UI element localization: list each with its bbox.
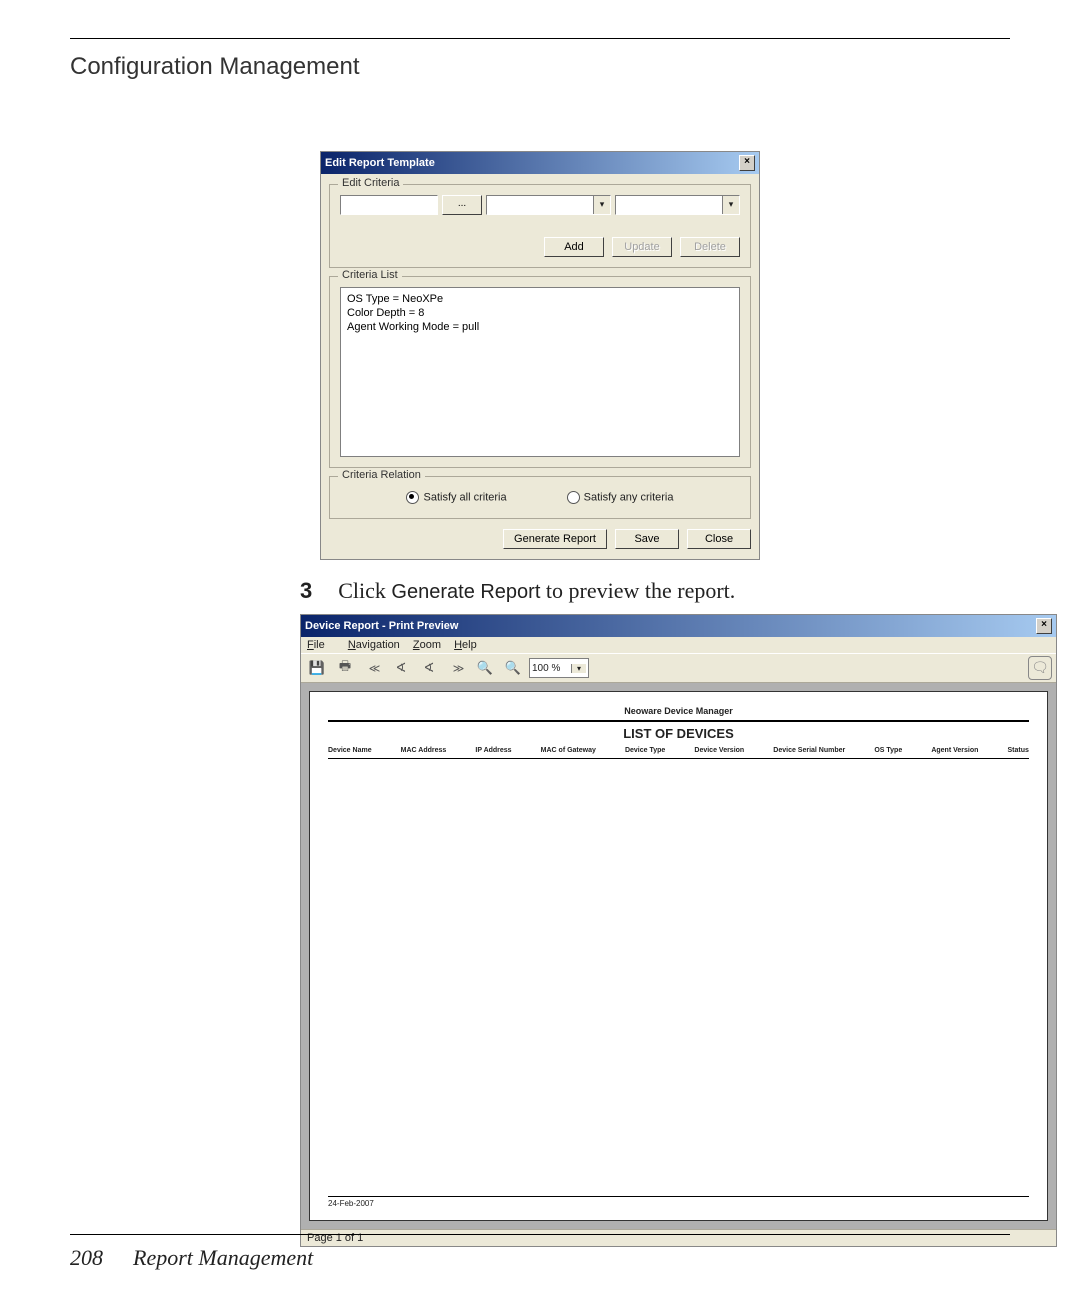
radio-icon	[406, 491, 419, 504]
criteria-list-legend: Criteria List	[338, 269, 402, 281]
report-title: LIST OF DEVICES	[328, 726, 1029, 741]
save-icon[interactable]: 💾	[305, 656, 329, 680]
dialog-titlebar: Device Report - Print Preview ×	[301, 615, 1056, 637]
criteria-list[interactable]: OS Type = NeoXPe Color Depth = 8 Agent W…	[340, 287, 740, 457]
prev-page-icon[interactable]: ∢	[389, 656, 413, 680]
chevron-down-icon[interactable]: ▾	[593, 196, 610, 214]
dialog-title: Device Report - Print Preview	[305, 620, 458, 632]
dialog-titlebar: Edit Report Template ×	[321, 152, 759, 174]
page-footer: 208 Report Management	[70, 1245, 1010, 1271]
section-name: Report Management	[133, 1245, 313, 1271]
edit-criteria-legend: Edit Criteria	[338, 177, 403, 189]
criteria-value-combo[interactable]: ▾	[615, 195, 740, 215]
radio-icon	[567, 491, 580, 504]
toolbar: 💾 🖶 ≪ ∢ ∢ ≫ 🔍 🔍 100 % ▾ 🗨	[301, 653, 1056, 683]
update-button[interactable]: Update	[612, 237, 672, 257]
close-icon[interactable]: ×	[739, 155, 755, 171]
report-date: 24-Feb-2007	[328, 1199, 374, 1208]
report-viewport[interactable]: Neoware Device Manager LIST OF DEVICES D…	[301, 683, 1056, 1229]
zoom-out-icon[interactable]: 🔍	[501, 656, 525, 680]
list-item[interactable]: Color Depth = 8	[347, 306, 733, 320]
criteria-operator-combo[interactable]: ▾	[486, 195, 611, 215]
instruction-step: 3 Click Generate Report to preview the r…	[300, 578, 1010, 604]
list-item[interactable]: Agent Working Mode = pull	[347, 320, 733, 334]
print-preview-dialog: Device Report - Print Preview × File Nav…	[300, 614, 1057, 1247]
generate-report-button[interactable]: Generate Report	[503, 529, 607, 549]
last-page-icon[interactable]: ≫	[445, 656, 469, 680]
step-number: 3	[300, 578, 312, 604]
page-header: Configuration Management	[70, 53, 1010, 81]
next-page-icon[interactable]: ∢	[417, 656, 441, 680]
satisfy-all-radio[interactable]: Satisfy all criteria	[406, 491, 506, 504]
print-icon[interactable]: 🖶	[333, 656, 357, 680]
menu-help[interactable]: Help	[454, 639, 477, 651]
zoom-in-icon[interactable]: 🔍	[473, 656, 497, 680]
balloon-help-icon[interactable]: 🗨	[1028, 656, 1052, 680]
close-button[interactable]: Close	[687, 529, 751, 549]
zoom-combo[interactable]: 100 % ▾	[529, 658, 589, 678]
criteria-list-group: Criteria List OS Type = NeoXPe Color Dep…	[329, 276, 751, 468]
menubar: File Navigation Zoom Help	[301, 637, 1056, 653]
menu-file[interactable]: File	[307, 639, 335, 651]
list-item[interactable]: OS Type = NeoXPe	[347, 292, 733, 306]
first-page-icon[interactable]: ≪	[361, 656, 385, 680]
browse-button[interactable]: ...	[442, 195, 482, 215]
page-number: 208	[70, 1245, 103, 1271]
report-page: Neoware Device Manager LIST OF DEVICES D…	[309, 691, 1048, 1221]
chevron-down-icon[interactable]: ▾	[571, 664, 586, 673]
menu-zoom[interactable]: Zoom	[413, 639, 441, 651]
chevron-down-icon[interactable]: ▾	[722, 196, 739, 214]
delete-button[interactable]: Delete	[680, 237, 740, 257]
edit-criteria-group: Edit Criteria ... ▾ ▾ Add Update Delete	[329, 184, 751, 268]
close-icon[interactable]: ×	[1036, 618, 1052, 634]
criteria-relation-legend: Criteria Relation	[338, 469, 425, 481]
report-footer: 24-Feb-2007	[328, 1194, 1029, 1208]
report-column-headers: Device Name MAC Address IP Address MAC o…	[328, 745, 1029, 756]
menu-navigation[interactable]: Navigation	[348, 639, 400, 651]
edit-report-template-dialog: Edit Report Template × Edit Criteria ...…	[320, 151, 760, 560]
criteria-field-input[interactable]	[340, 195, 438, 215]
criteria-relation-group: Criteria Relation Satisfy all criteria S…	[329, 476, 751, 519]
save-button[interactable]: Save	[615, 529, 679, 549]
zoom-value: 100 %	[532, 663, 560, 674]
step-text: Click Generate Report to preview the rep…	[338, 578, 735, 604]
dialog-title: Edit Report Template	[325, 157, 435, 169]
satisfy-any-radio[interactable]: Satisfy any criteria	[567, 491, 674, 504]
report-brand: Neoware Device Manager	[328, 706, 1029, 716]
add-button[interactable]: Add	[544, 237, 604, 257]
